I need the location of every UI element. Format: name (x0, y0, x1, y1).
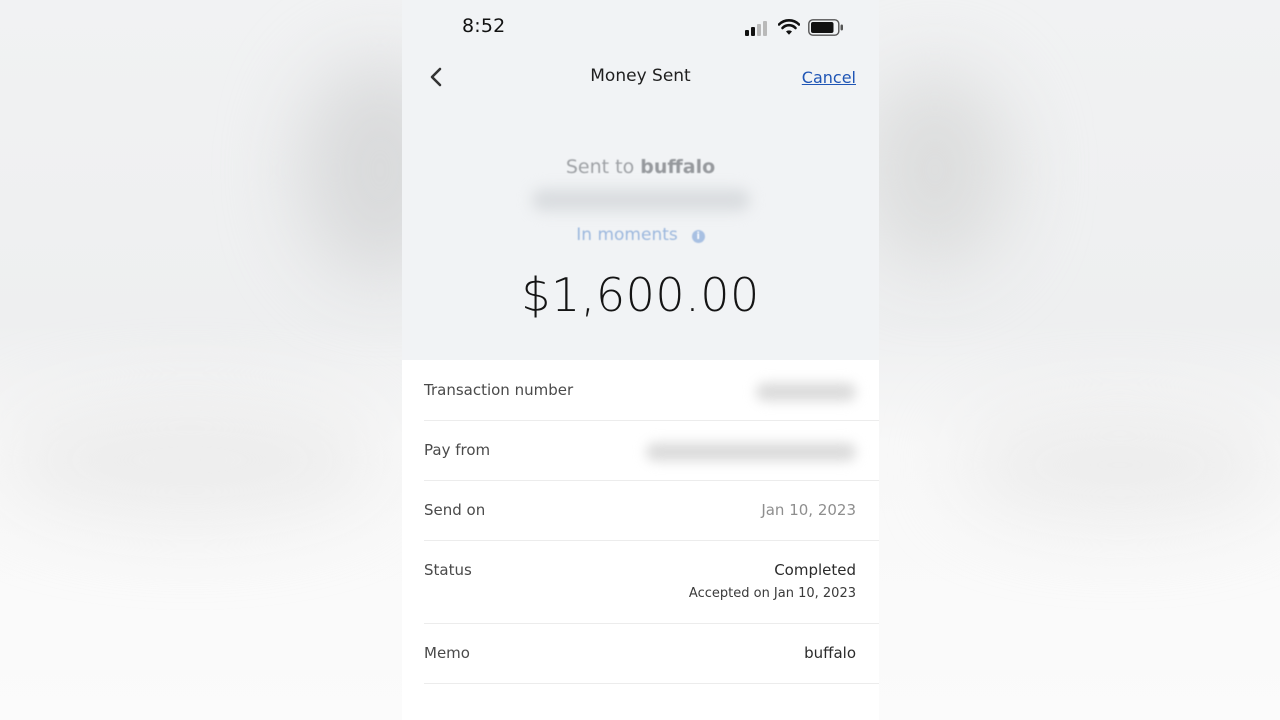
pay-from-redacted (646, 443, 856, 461)
background-blur-left-low (0, 400, 380, 520)
status-value: Completed (774, 561, 856, 579)
delivery-timing: In moments i (402, 225, 879, 245)
recipient-email-redacted (532, 189, 750, 211)
detail-row-transaction-number: Transaction number (424, 381, 879, 421)
cancel-link[interactable]: Cancel (802, 68, 856, 87)
send-on-value: Jan 10, 2023 (761, 501, 856, 519)
delivery-timing-text: In moments (576, 225, 678, 245)
status-bar-time: 8:52 (462, 15, 506, 37)
phone-screen: 8:52 Money Sent Cancel Sent to buffalo I… (402, 0, 879, 720)
background-blur-right-low (960, 410, 1280, 520)
detail-row-status: Status Completed Accepted on Jan 10, 202… (424, 561, 879, 624)
info-icon[interactable]: i (691, 230, 705, 243)
sent-to-line: Sent to buffalo (402, 156, 879, 178)
detail-row-pay-from: Pay from (424, 441, 879, 481)
cellular-signal-icon (745, 21, 767, 36)
recipient-name: buffalo (640, 156, 716, 178)
background-blur-right (860, 70, 1010, 270)
detail-row-send-on: Send on Jan 10, 2023 (424, 501, 879, 541)
wifi-icon (778, 19, 800, 35)
battery-icon (808, 19, 843, 36)
pay-from-label: Pay from (424, 441, 491, 459)
status-accepted-date: Accepted on Jan 10, 2023 (688, 586, 856, 601)
sent-to-prefix: Sent to (565, 156, 635, 178)
amount-sent: $1,600.00 (521, 268, 760, 322)
transaction-number-redacted (756, 383, 856, 401)
memo-value: buffalo (804, 644, 856, 662)
detail-row-memo: Memo buffalo (424, 644, 879, 684)
memo-label: Memo (424, 644, 470, 662)
transaction-number-label: Transaction number (424, 381, 574, 399)
status-label: Status (424, 561, 472, 579)
send-on-label: Send on (424, 501, 486, 519)
